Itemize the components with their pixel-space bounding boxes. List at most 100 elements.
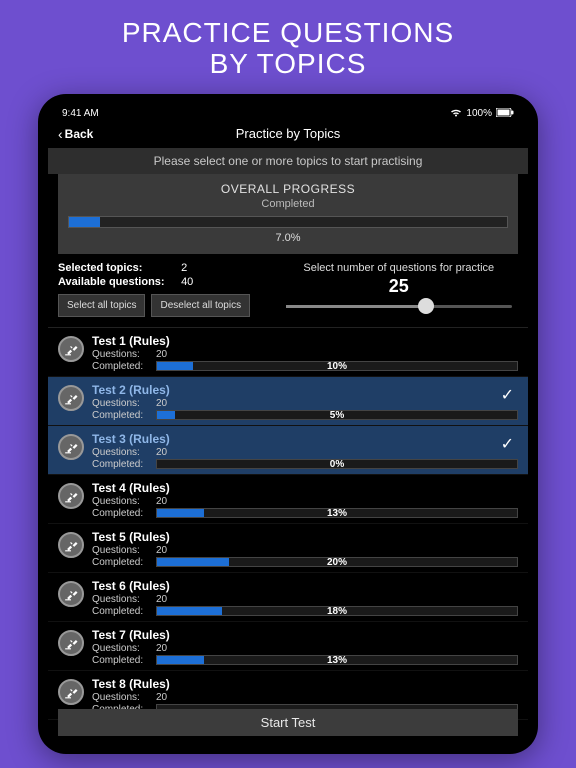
- page-title: Practice by Topics: [48, 126, 528, 141]
- overall-heading: OVERALL PROGRESS: [68, 182, 508, 196]
- topic-title: Test 3 (Rules): [92, 432, 518, 446]
- check-icon: ✓: [501, 434, 514, 454]
- topic-row[interactable]: Test 2 (Rules)Questions:20Completed:5%✓: [48, 377, 528, 426]
- overall-progress-fill: [69, 217, 100, 227]
- battery-label: 100%: [466, 108, 492, 119]
- topics-list[interactable]: Test 1 (Rules)Questions:20Completed:10%T…: [48, 328, 528, 720]
- selected-label: Selected topics:: [58, 262, 178, 274]
- topic-title: Test 5 (Rules): [92, 530, 518, 544]
- device-frame: 9:41 AM 100% ‹ Back Practice by Topics P…: [38, 94, 538, 754]
- instruction-text: Please select one or more topics to star…: [48, 148, 528, 174]
- topic-title: Test 7 (Rules): [92, 628, 518, 642]
- topic-progress-bar: 5%: [156, 410, 518, 420]
- topic-progress-bar: 20%: [156, 557, 518, 567]
- topic-percent: 10%: [157, 361, 517, 372]
- controls-row: Selected topics: 2 Available questions: …: [48, 254, 528, 328]
- topic-percent: 0%: [157, 459, 517, 470]
- topic-row[interactable]: Test 4 (Rules)Questions:20Completed:13%: [48, 475, 528, 524]
- overall-percent: 7.0%: [68, 232, 508, 244]
- status-right: 100%: [450, 108, 514, 120]
- selected-value: 2: [181, 262, 187, 274]
- controls-left: Selected topics: 2 Available questions: …: [58, 262, 270, 317]
- back-label: Back: [65, 127, 94, 141]
- topic-title: Test 1 (Rules): [92, 334, 518, 348]
- topic-row[interactable]: Test 5 (Rules)Questions:20Completed:20%: [48, 524, 528, 573]
- topic-body: Test 7 (Rules)Questions:20Completed:13%: [92, 628, 518, 666]
- available-label: Available questions:: [58, 276, 178, 288]
- topic-row[interactable]: Test 3 (Rules)Questions:20Completed:0%✓: [48, 426, 528, 475]
- topic-completed-line: Completed:13%: [92, 655, 518, 666]
- topic-completed-line: Completed:5%: [92, 410, 518, 421]
- topic-questions-line: Questions:20: [92, 496, 518, 507]
- status-time: 9:41 AM: [62, 108, 99, 119]
- topic-questions-line: Questions:20: [92, 349, 518, 360]
- topic-body: Test 1 (Rules)Questions:20Completed:10%: [92, 334, 518, 372]
- wifi-icon: [450, 108, 462, 120]
- topic-progress-bar: 10%: [156, 361, 518, 371]
- available-questions-row: Available questions: 40: [58, 276, 270, 288]
- topic-title: Test 6 (Rules): [92, 579, 518, 593]
- topic-completed-line: Completed:0%: [92, 459, 518, 470]
- gavel-icon: [58, 434, 84, 460]
- chevron-left-icon: ‹: [58, 126, 63, 142]
- overall-progress-bar: [68, 216, 508, 228]
- check-icon: ✓: [501, 385, 514, 405]
- overall-progress-panel: OVERALL PROGRESS Completed 7.0%: [58, 174, 518, 254]
- gavel-icon: [58, 336, 84, 362]
- status-bar: 9:41 AM 100%: [48, 104, 528, 122]
- topic-questions-line: Questions:20: [92, 398, 518, 409]
- topic-questions-line: Questions:20: [92, 545, 518, 556]
- question-count-slider[interactable]: [286, 305, 512, 308]
- selected-topics-row: Selected topics: 2: [58, 262, 270, 274]
- topic-progress-bar: 0%: [156, 459, 518, 469]
- topic-progress-bar: 13%: [156, 508, 518, 518]
- topic-title: Test 2 (Rules): [92, 383, 518, 397]
- topic-title: Test 8 (Rules): [92, 677, 518, 691]
- topic-completed-line: Completed:20%: [92, 557, 518, 568]
- slider-knob[interactable]: [418, 298, 434, 314]
- gavel-icon: [58, 630, 84, 656]
- topic-row[interactable]: Test 6 (Rules)Questions:20Completed:18%: [48, 573, 528, 622]
- gavel-icon: [58, 385, 84, 411]
- controls-right: Select number of questions for practice …: [280, 262, 518, 317]
- slider-fill: [286, 305, 426, 308]
- topic-questions-line: Questions:20: [92, 594, 518, 605]
- gavel-icon: [58, 483, 84, 509]
- start-bar: Start Test: [48, 709, 528, 744]
- topic-questions-line: Questions:20: [92, 692, 518, 703]
- slider-label: Select number of questions for practice: [280, 262, 518, 274]
- topic-questions-line: Questions:20: [92, 643, 518, 654]
- deselect-all-button[interactable]: Deselect all topics: [151, 294, 250, 317]
- topic-body: Test 6 (Rules)Questions:20Completed:18%: [92, 579, 518, 617]
- screen: 9:41 AM 100% ‹ Back Practice by Topics P…: [48, 104, 528, 744]
- back-button[interactable]: ‹ Back: [58, 126, 93, 142]
- gavel-icon: [58, 581, 84, 607]
- topic-percent: 18%: [157, 606, 517, 617]
- topic-row[interactable]: Test 7 (Rules)Questions:20Completed:13%: [48, 622, 528, 671]
- overall-sub: Completed: [68, 198, 508, 210]
- topic-percent: 5%: [157, 410, 517, 421]
- topic-title: Test 4 (Rules): [92, 481, 518, 495]
- topic-percent: 13%: [157, 508, 517, 519]
- battery-icon: [496, 108, 514, 120]
- topic-percent: 13%: [157, 655, 517, 666]
- slider-value: 25: [280, 276, 518, 297]
- topic-row[interactable]: Test 1 (Rules)Questions:20Completed:10%: [48, 328, 528, 377]
- topic-body: Test 5 (Rules)Questions:20Completed:20%: [92, 530, 518, 568]
- topic-body: Test 4 (Rules)Questions:20Completed:13%: [92, 481, 518, 519]
- promo-title: PRACTICE QUESTIONS BY TOPICS: [0, 0, 576, 94]
- select-all-button[interactable]: Select all topics: [58, 294, 145, 317]
- topic-completed-line: Completed:13%: [92, 508, 518, 519]
- promo-line1: PRACTICE QUESTIONS: [0, 18, 576, 49]
- topic-progress-bar: 18%: [156, 606, 518, 616]
- topic-progress-bar: 13%: [156, 655, 518, 665]
- topic-percent: 20%: [157, 557, 517, 568]
- topic-completed-line: Completed:18%: [92, 606, 518, 617]
- topic-body: Test 2 (Rules)Questions:20Completed:5%: [92, 383, 518, 421]
- nav-bar: ‹ Back Practice by Topics: [48, 122, 528, 148]
- available-value: 40: [181, 276, 193, 288]
- gavel-icon: [58, 679, 84, 705]
- gavel-icon: [58, 532, 84, 558]
- promo-line2: BY TOPICS: [0, 49, 576, 80]
- start-test-button[interactable]: Start Test: [58, 709, 518, 736]
